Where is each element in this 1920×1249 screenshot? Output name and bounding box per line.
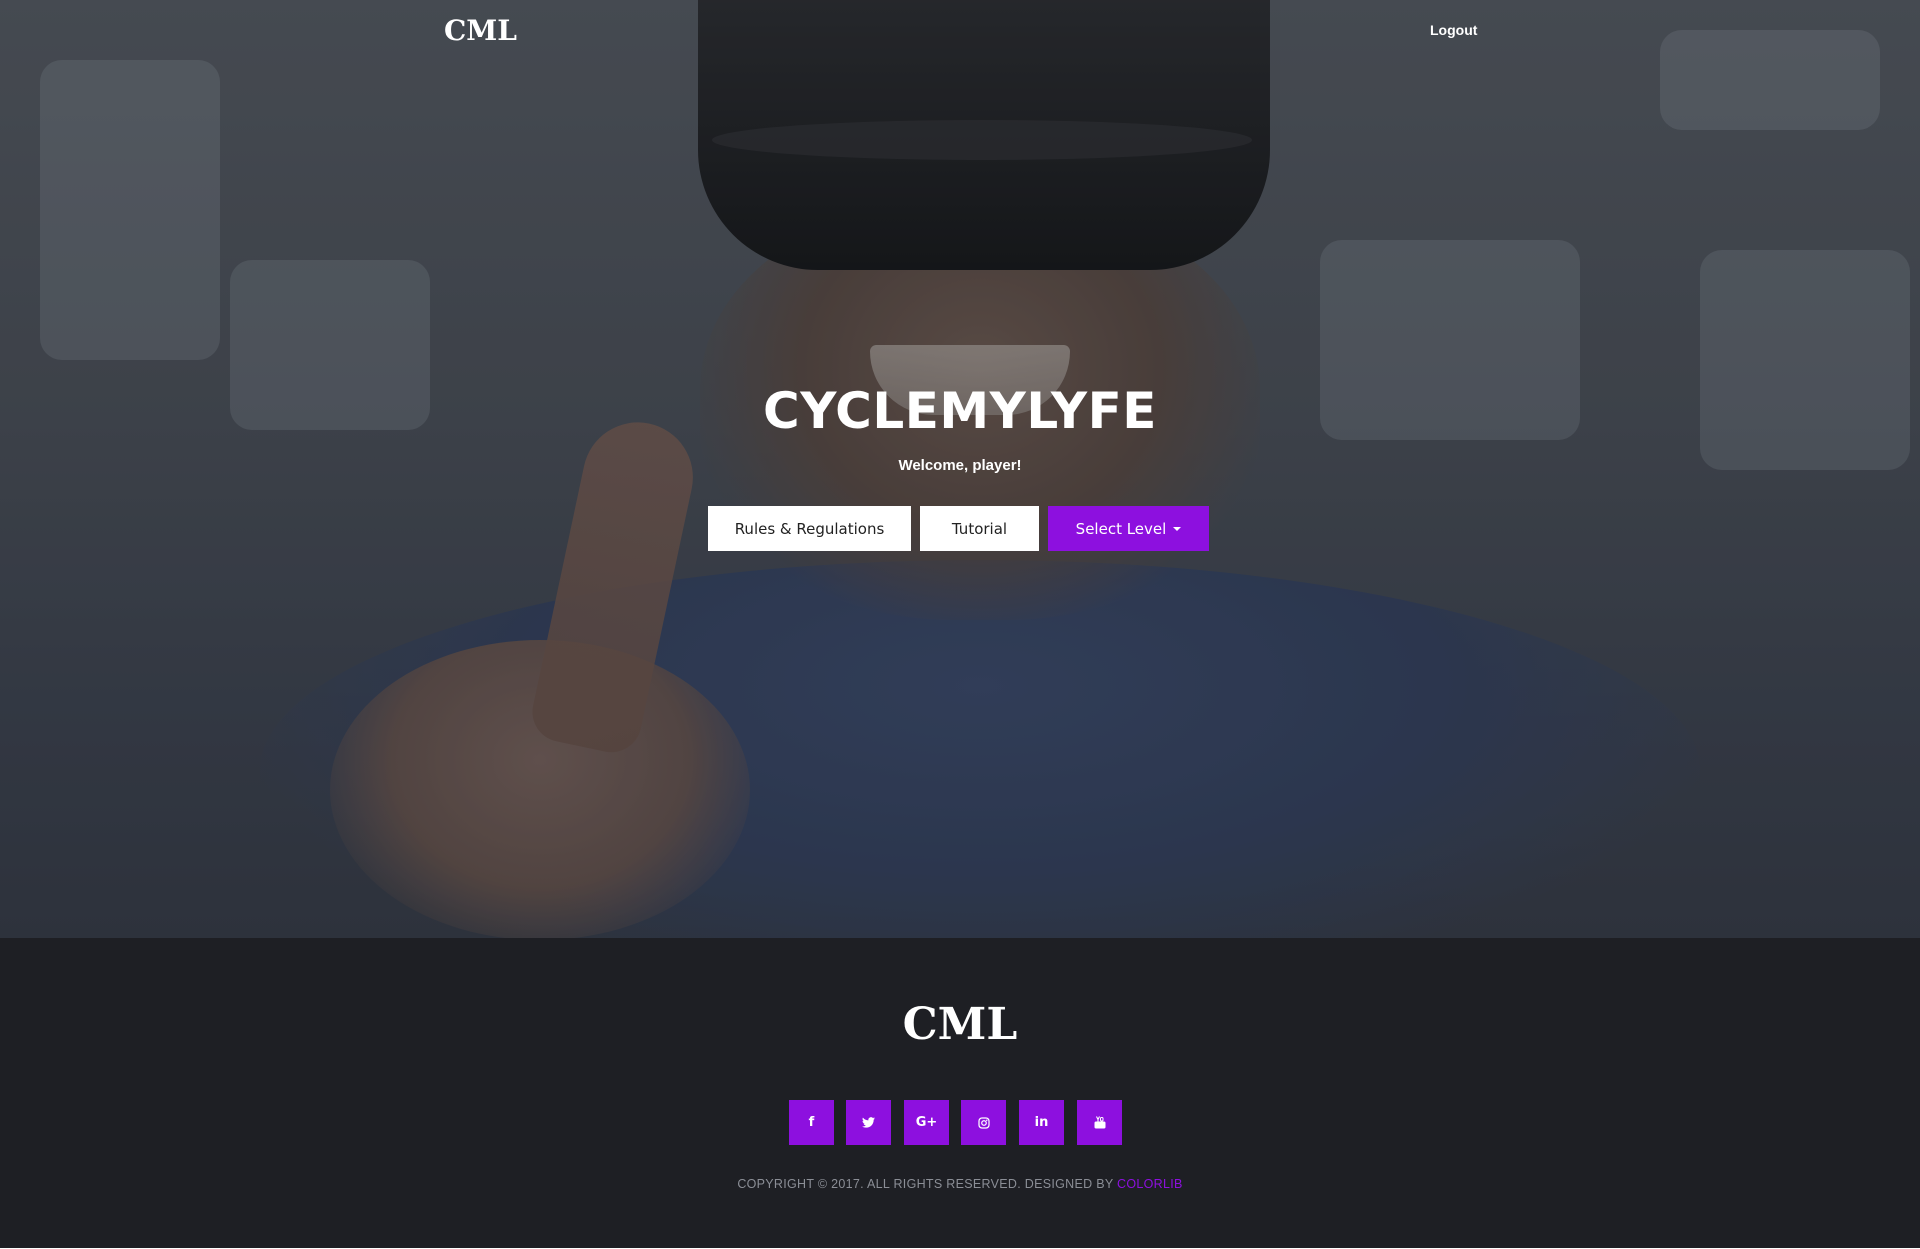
rules-button[interactable]: Rules & Regulations xyxy=(708,506,911,551)
linkedin-button[interactable]: in xyxy=(1019,1100,1064,1145)
select-level-label: Select Level xyxy=(1075,519,1167,538)
select-level-dropdown[interactable]: Select Level xyxy=(1048,506,1209,551)
tutorial-button[interactable]: Tutorial xyxy=(920,506,1039,551)
instagram-icon xyxy=(977,1116,990,1129)
twitter-icon xyxy=(862,1117,875,1128)
google-plus-button[interactable]: G+ xyxy=(904,1100,949,1145)
copyright-label: COPYRIGHT © 2017. ALL RIGHTS RESERVED. D… xyxy=(737,1177,1114,1191)
footer: CML f G+ in COPYRIGHT © 2017. ALL RIGHTS… xyxy=(0,938,1920,1249)
youtube-button[interactable] xyxy=(1077,1100,1122,1145)
hero-section: CML Logout CYCLEMYLYFE Welcome, player! … xyxy=(0,0,1920,938)
instagram-button[interactable] xyxy=(961,1100,1006,1145)
caret-down-icon xyxy=(1173,526,1182,531)
welcome-text: Welcome, player! xyxy=(898,457,1022,474)
colorlib-link[interactable]: COLORLIB xyxy=(1117,1177,1183,1191)
facebook-button[interactable]: f xyxy=(789,1100,834,1145)
rules-button-label: Rules & Regulations xyxy=(734,519,885,538)
page-title: CYCLEMYLYFE xyxy=(763,382,1157,440)
facebook-icon: f xyxy=(808,1115,815,1130)
youtube-icon xyxy=(1094,1116,1105,1129)
copyright-text: COPYRIGHT © 2017. ALL RIGHTS RESERVED. D… xyxy=(0,1177,1920,1191)
tutorial-button-label: Tutorial xyxy=(951,519,1008,538)
nav-logo[interactable]: CML xyxy=(444,14,517,47)
linkedin-icon: in xyxy=(1034,1115,1049,1130)
google-plus-icon: G+ xyxy=(915,1115,938,1130)
footer-logo: CML xyxy=(902,999,1018,1050)
twitter-button[interactable] xyxy=(846,1100,891,1145)
logout-link[interactable]: Logout xyxy=(1430,22,1477,38)
